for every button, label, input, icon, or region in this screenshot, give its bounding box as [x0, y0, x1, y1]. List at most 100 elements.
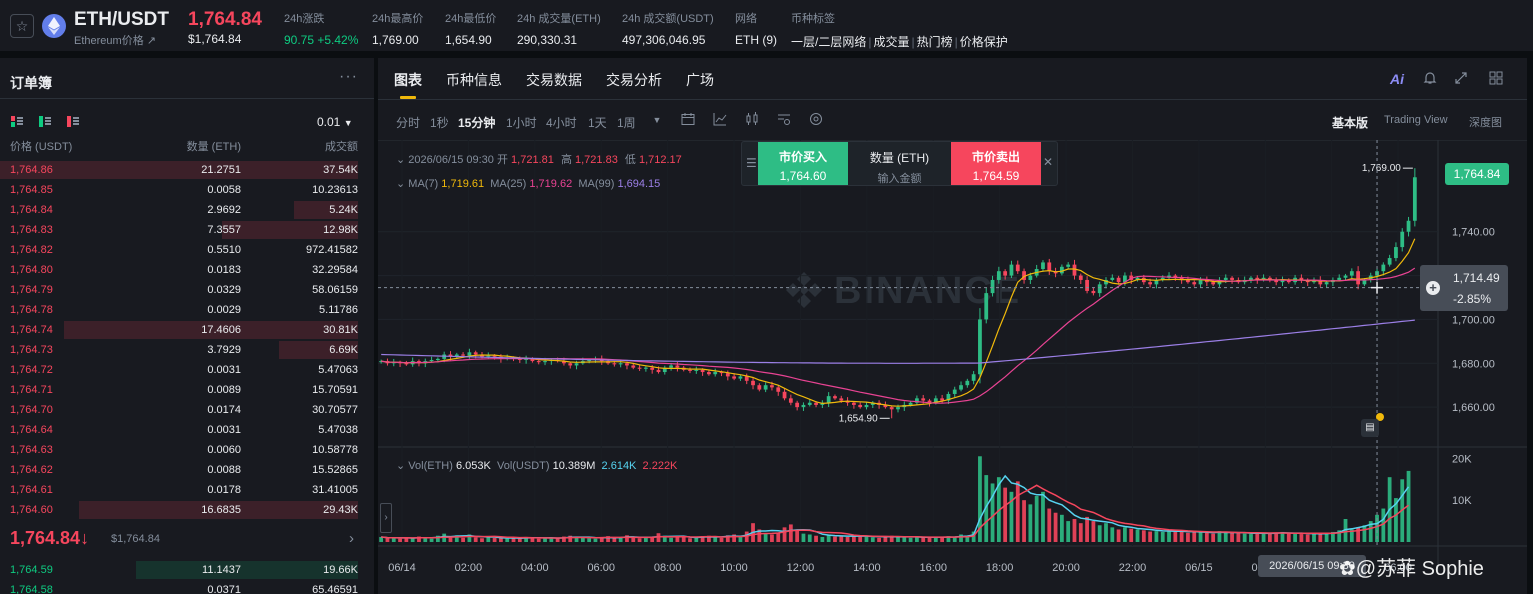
view-basic[interactable]: 基本版 — [1332, 114, 1368, 131]
price-tick-label: 1,700.00 — [1452, 314, 1495, 326]
volume-tick-label: 10K — [1452, 495, 1472, 507]
ask-row[interactable]: 1,764.82 0.5510 972.41582 — [0, 240, 374, 260]
market-buy-button[interactable]: 市价买入 1,764.60 — [758, 142, 848, 185]
drawing-tools-icon[interactable] — [776, 112, 792, 128]
tag-link[interactable]: 热门榜 — [917, 35, 953, 49]
bid-row[interactable]: 1,764.59 11.1437 19.66K — [0, 560, 374, 580]
row-price: 1,764.62 — [10, 464, 53, 476]
volume-bar — [580, 537, 585, 542]
sell-label: 市价卖出 — [971, 150, 1020, 164]
star-icon[interactable]: ☆ — [10, 14, 34, 38]
tag-link[interactable]: 价格保护 — [960, 35, 1008, 49]
row-total: 5.47038 — [318, 424, 358, 436]
row-price: 1,764.63 — [10, 444, 53, 456]
candle-body — [959, 385, 963, 390]
tab-chart[interactable]: 图表 — [394, 70, 422, 90]
view-tradingview[interactable]: Trading View — [1384, 114, 1448, 126]
high-label: 高 — [560, 154, 572, 166]
ask-row[interactable]: 1,764.60 16.6835 29.43K — [0, 500, 374, 520]
volume-bar — [1059, 514, 1064, 542]
ask-row[interactable]: 1,764.74 17.4606 30.81K — [0, 320, 374, 340]
volume-bar — [1047, 508, 1052, 542]
ask-row[interactable]: 1,764.86 21.2751 37.54K — [0, 160, 374, 180]
vol-usdt-value: 10.389M — [552, 460, 596, 472]
precision-select[interactable]: 0.01 ▼ — [317, 115, 353, 129]
quantity-input[interactable]: 数量 (ETH) 输入金额 — [848, 142, 951, 185]
tag-link[interactable]: 成交量 — [873, 35, 909, 49]
indicator-icon[interactable] — [712, 112, 728, 128]
chevron-down-icon[interactable]: ⌄ — [396, 460, 405, 472]
stat-24h-change: 24h涨跌 90.75 +5.42% — [284, 10, 358, 47]
news-icon[interactable]: ▤ — [1361, 419, 1379, 437]
chevron-down-icon[interactable]: ⌄ — [396, 178, 405, 190]
ask-row[interactable]: 1,764.64 0.0031 5.47038 — [0, 420, 374, 440]
ask-row[interactable]: 1,764.62 0.0088 15.52865 — [0, 460, 374, 480]
tab-trading-analysis[interactable]: 交易分析 — [606, 70, 662, 90]
interval-1s[interactable]: 1秒 — [430, 114, 449, 131]
book-asks-mode-icon[interactable] — [67, 116, 79, 127]
close-icon[interactable]: ✕ — [1043, 155, 1053, 169]
bid-row[interactable]: 1,764.58 0.0371 65.46591 — [0, 580, 374, 594]
collapse-handle[interactable]: › — [380, 503, 392, 533]
interval-1w[interactable]: 1周 — [617, 114, 636, 131]
chart-type-icon[interactable] — [744, 112, 760, 128]
ask-row[interactable]: 1,764.73 3.7929 6.69K — [0, 340, 374, 360]
chevron-down-icon[interactable]: ⌄ — [396, 154, 405, 166]
row-price: 1,764.74 — [10, 324, 53, 336]
caret-down-icon[interactable]: ▼ — [649, 112, 665, 128]
bell-icon[interactable] — [1422, 71, 1438, 87]
interval-1h[interactable]: 1小时 — [506, 114, 537, 131]
ask-row[interactable]: 1,764.84 2.9692 5.24K — [0, 200, 374, 220]
volume-bar — [990, 483, 995, 542]
layout-grid-icon[interactable] — [1488, 71, 1504, 87]
volume-bar — [1022, 500, 1026, 542]
interval-4h[interactable]: 4小时 — [546, 114, 577, 131]
candle-body — [952, 389, 957, 394]
coin-price-link[interactable]: Ethereum价格 ↗ — [74, 32, 156, 48]
add-alert-icon[interactable]: + — [1426, 281, 1440, 295]
pair-symbol[interactable]: ETH/USDT — [74, 9, 169, 31]
ask-row[interactable]: 1,764.71 0.0089 15.70591 — [0, 380, 374, 400]
ask-row[interactable]: 1,764.61 0.0178 31.41005 — [0, 480, 374, 500]
row-qty: 3.7929 — [207, 344, 241, 356]
candle-body — [788, 398, 793, 403]
ask-row[interactable]: 1,764.80 0.0183 32.29584 — [0, 260, 374, 280]
candle-body — [1072, 264, 1077, 276]
stat-label: 24h 成交额(USDT) — [622, 13, 714, 25]
tab-square[interactable]: 广场 — [686, 70, 714, 90]
stat-network[interactable]: 网络 ETH (9) — [735, 10, 777, 47]
row-total: 15.52865 — [312, 464, 358, 476]
tag-link[interactable]: 一层/二层网络 — [791, 35, 866, 49]
calendar-icon[interactable] — [680, 112, 696, 128]
market-sell-button[interactable]: 市价卖出 1,764.59 — [951, 142, 1041, 185]
volume-bar — [902, 537, 907, 542]
ask-row[interactable]: 1,764.72 0.0031 5.47063 — [0, 360, 374, 380]
view-depth[interactable]: 深度图 — [1469, 114, 1502, 130]
price-chart[interactable]: 1,740.001,720.001,700.001,680.001,660.00… — [378, 140, 1527, 574]
ask-row[interactable]: 1,764.83 7.3557 12.98K — [0, 220, 374, 240]
volume-bar — [1186, 532, 1190, 542]
interval-15m[interactable]: 15分钟 — [458, 114, 495, 131]
ask-row[interactable]: 1,764.85 0.0058 10.23613 — [0, 180, 374, 200]
tab-coin-info[interactable]: 币种信息 — [446, 70, 502, 90]
ask-row[interactable]: 1,764.78 0.0029 5.11786 — [0, 300, 374, 320]
interval-1d[interactable]: 1天 — [588, 114, 607, 131]
expand-icon[interactable] — [1453, 71, 1469, 87]
settings-icon[interactable] — [808, 112, 824, 128]
row-qty: 17.4606 — [201, 324, 241, 336]
ai-icon[interactable]: Ai — [1390, 71, 1404, 87]
volume-bar — [851, 536, 856, 542]
drag-handle-icon[interactable]: ☰ — [746, 156, 757, 170]
candle-body — [1009, 264, 1014, 276]
book-both-mode-icon[interactable] — [11, 116, 23, 127]
volume-bar — [1034, 496, 1039, 542]
interval-time[interactable]: 分时 — [396, 114, 420, 131]
more-icon[interactable]: ··· — [339, 68, 358, 86]
chevron-right-icon[interactable]: › — [349, 530, 354, 547]
tab-trading-data[interactable]: 交易数据 — [526, 70, 582, 90]
ask-row[interactable]: 1,764.63 0.0060 10.58778 — [0, 440, 374, 460]
ask-row[interactable]: 1,764.79 0.0329 58.06159 — [0, 280, 374, 300]
candle-body — [429, 359, 434, 362]
book-bids-mode-icon[interactable] — [39, 116, 51, 127]
ask-row[interactable]: 1,764.70 0.0174 30.70577 — [0, 400, 374, 420]
